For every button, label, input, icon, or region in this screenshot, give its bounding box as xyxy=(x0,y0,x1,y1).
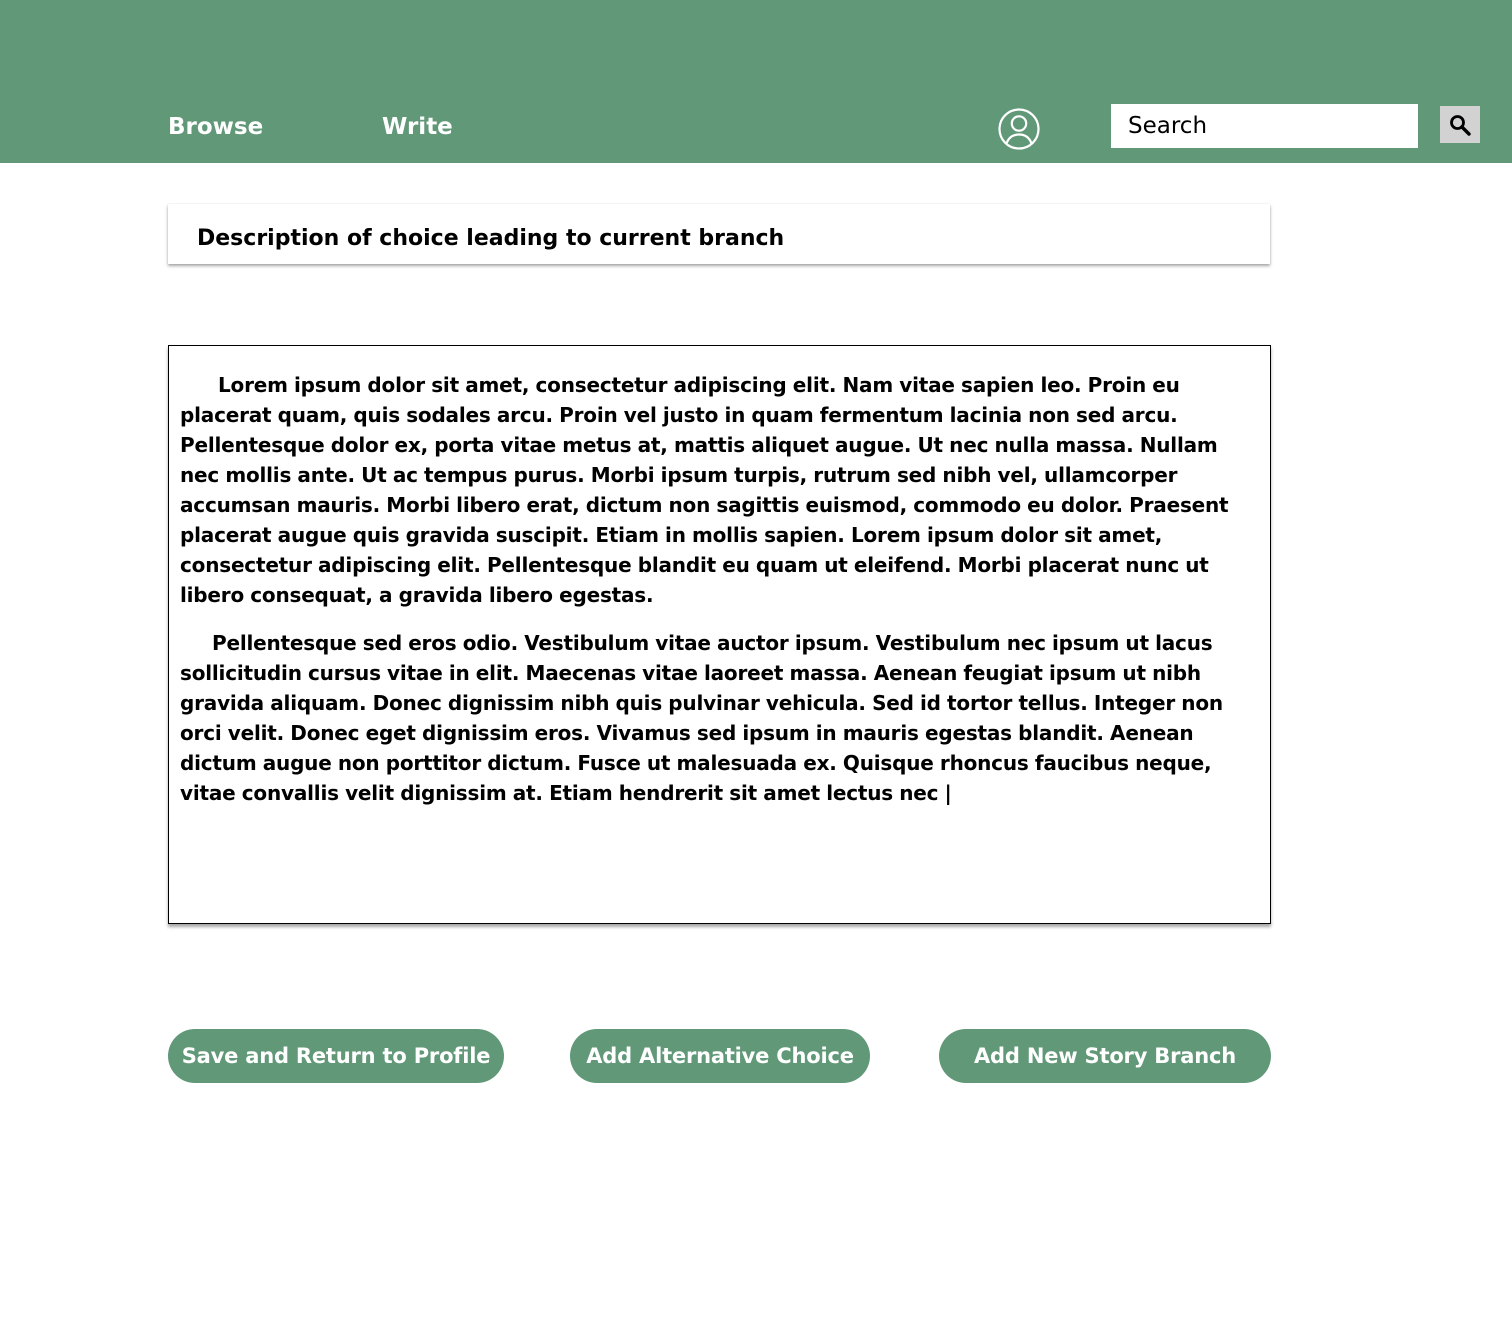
save-and-return-button[interactable]: Save and Return to Profile xyxy=(168,1029,504,1083)
profile-button[interactable] xyxy=(997,107,1041,151)
search-input[interactable] xyxy=(1111,104,1418,148)
story-text-editor[interactable]: Lorem ipsum dolor sit amet, consectetur … xyxy=(168,345,1271,924)
nav-write-link[interactable]: Write xyxy=(382,110,453,144)
search-button[interactable] xyxy=(1440,106,1480,143)
user-circle-icon xyxy=(998,108,1040,150)
nav-browse-link[interactable]: Browse xyxy=(168,110,263,144)
choice-description-card[interactable]: Description of choice leading to current… xyxy=(168,204,1270,264)
top-navigation-bar: Browse Write xyxy=(0,0,1512,163)
story-paragraph-2: Pellentesque sed eros odio. Vestibulum v… xyxy=(180,631,1223,805)
choice-description-text: Description of choice leading to current… xyxy=(197,226,785,251)
add-alternative-choice-button[interactable]: Add Alternative Choice xyxy=(570,1029,870,1083)
add-story-branch-button[interactable]: Add New Story Branch xyxy=(939,1029,1271,1083)
story-paragraph-1: Lorem ipsum dolor sit amet, consectetur … xyxy=(180,373,1229,607)
search-icon xyxy=(1450,114,1471,136)
